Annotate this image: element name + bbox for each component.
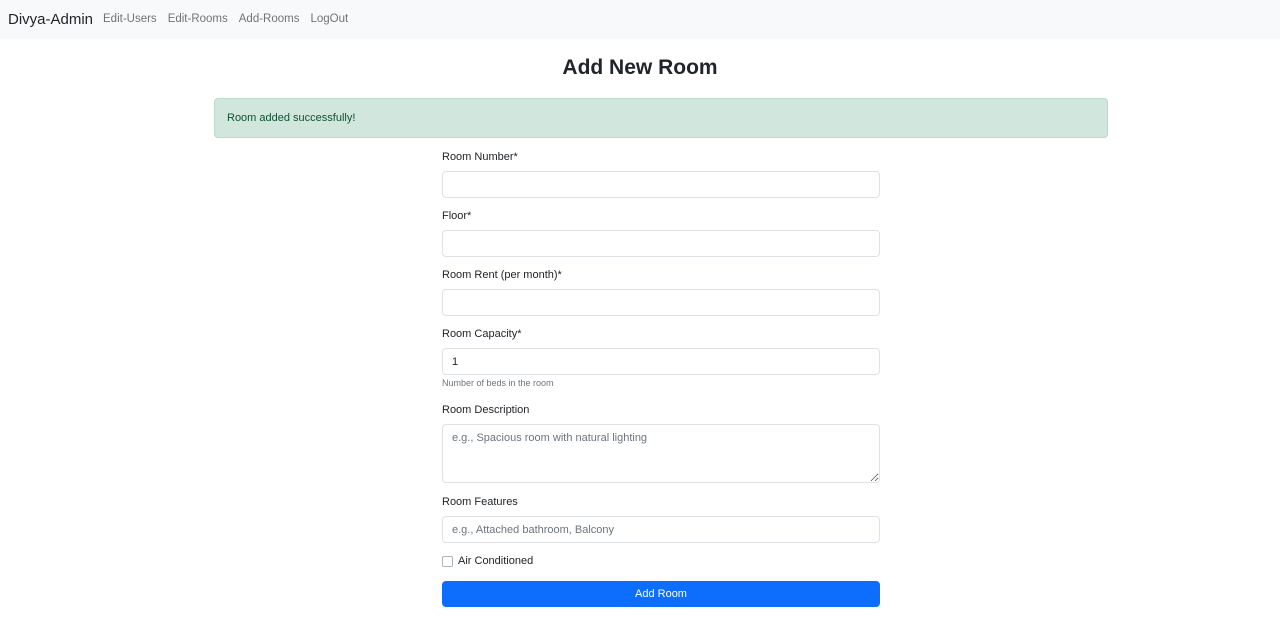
room-features-input[interactable] [442,516,880,543]
room-number-input[interactable] [442,171,880,198]
room-capacity-input[interactable] [442,348,880,375]
room-capacity-help: Number of beds in the room [442,378,554,388]
room-features-label: Room Features [442,496,518,508]
navbar: Divya-Admin Edit-Users Edit-Rooms Add-Ro… [0,0,1280,39]
nav-link-logout[interactable]: LogOut [310,13,348,25]
room-rent-label: Room Rent (per month)* [442,269,562,281]
nav-link-edit-rooms[interactable]: Edit-Rooms [168,13,228,25]
nav-link-add-rooms[interactable]: Add-Rooms [239,13,300,25]
navbar-brand[interactable]: Divya-Admin [8,11,93,28]
room-description-label: Room Description [442,404,530,416]
air-conditioned-checkbox[interactable] [442,556,453,567]
room-rent-input[interactable] [442,289,880,316]
floor-label: Floor* [442,210,472,222]
air-conditioned-label[interactable]: Air Conditioned [458,555,533,567]
room-number-label: Room Number* [442,151,518,163]
add-room-button[interactable]: Add Room [442,581,880,607]
room-capacity-label: Room Capacity* [442,328,522,340]
success-alert: Room added successfully! [214,98,1108,138]
floor-input[interactable] [442,230,880,257]
nav-link-edit-users[interactable]: Edit-Users [103,13,157,25]
page-title: Add New Room [562,56,718,79]
room-description-textarea[interactable] [442,424,880,483]
nav-links: Edit-Users Edit-Rooms Add-Rooms LogOut [103,13,359,25]
